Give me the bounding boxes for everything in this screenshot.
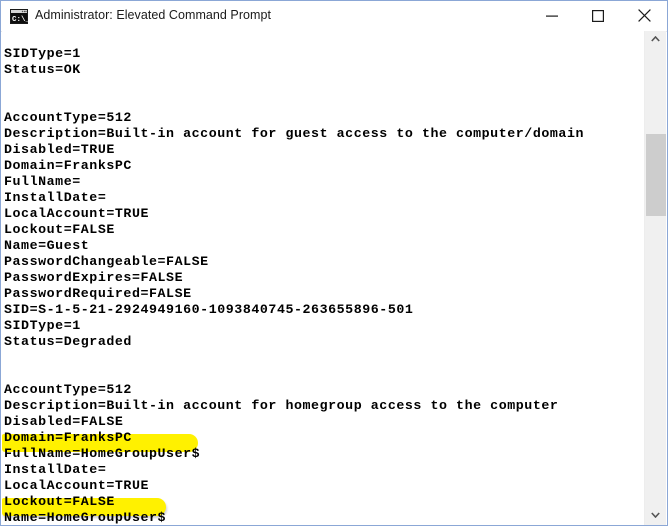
scrollbar-track-above[interactable] (645, 49, 666, 134)
window-title: Administrator: Elevated Command Prompt (35, 8, 272, 22)
chevron-down-icon (651, 512, 660, 518)
close-button[interactable] (621, 1, 667, 30)
titlebar[interactable]: C:\_ Administrator: Elevated Command Pro… (1, 1, 667, 32)
console-text: SIDType=1 Status=OK AccountType=512 Desc… (4, 46, 585, 525)
minimize-button[interactable] (529, 1, 575, 30)
scroll-up-button[interactable] (645, 31, 666, 49)
vertical-scrollbar[interactable] (644, 31, 666, 525)
scrollbar-thumb[interactable] (646, 134, 666, 216)
close-icon (637, 9, 651, 22)
minimize-icon (546, 15, 558, 17)
console-output-area[interactable]: SIDType=1 Status=OK AccountType=512 Desc… (2, 31, 645, 525)
scroll-down-button[interactable] (645, 507, 666, 525)
maximize-icon (592, 9, 604, 22)
scrollbar-track-below[interactable] (645, 216, 666, 507)
chevron-up-icon (651, 36, 660, 42)
svg-text:C:\_: C:\_ (12, 16, 28, 24)
command-prompt-window: C:\_ Administrator: Elevated Command Pro… (0, 0, 668, 526)
command-prompt-icon: C:\_ (10, 9, 31, 24)
maximize-button[interactable] (575, 1, 621, 30)
